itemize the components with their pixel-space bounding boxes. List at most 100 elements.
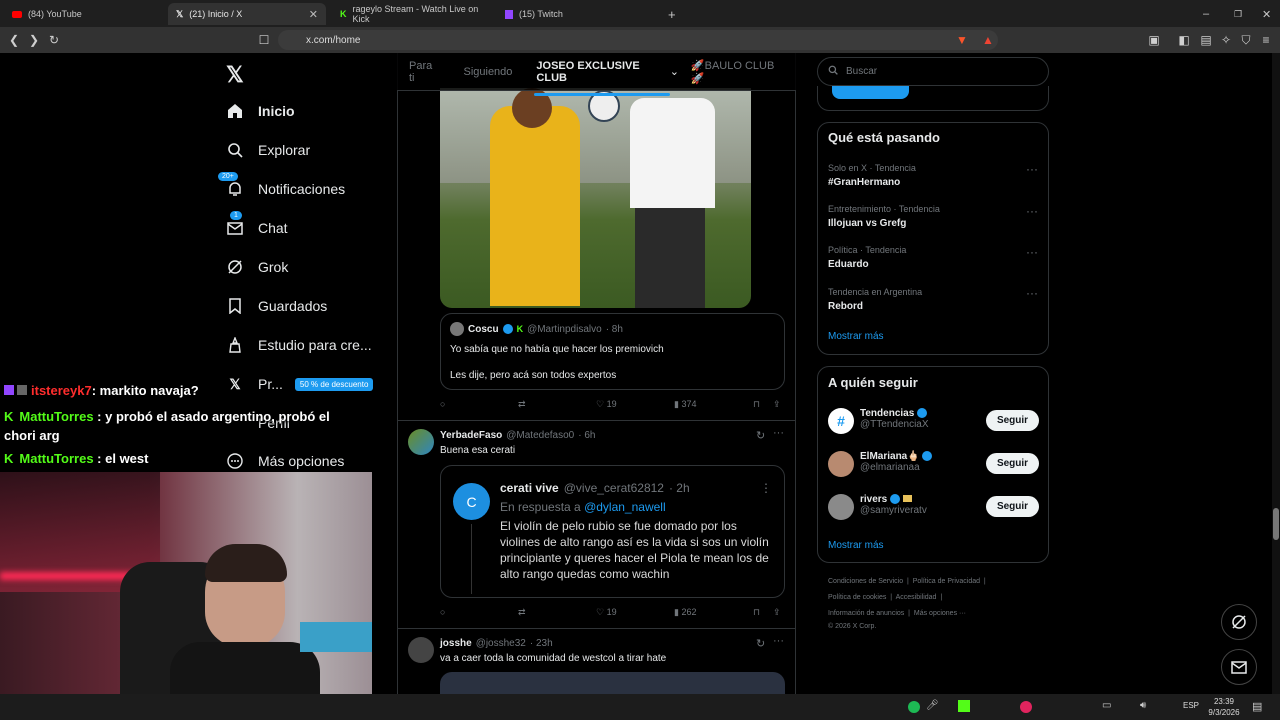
clock[interactable]: 23:39 9/3/2026 bbox=[1206, 696, 1242, 718]
wallet-icon[interactable]: ▤ bbox=[1198, 32, 1214, 48]
x-logo-icon[interactable]: 𝕏 bbox=[226, 62, 244, 88]
microphone-icon[interactable]: 🎤︎ bbox=[926, 700, 939, 711]
reload-icon[interactable]: ↻ bbox=[46, 32, 62, 48]
leo-ai-icon[interactable]: ✧ bbox=[1218, 32, 1234, 48]
tab-following[interactable]: Siguiendo bbox=[451, 66, 524, 78]
scrollbar-thumb[interactable] bbox=[1273, 508, 1279, 540]
author-name[interactable]: josshe bbox=[440, 638, 472, 649]
network-icon[interactable]: ▭ bbox=[1102, 700, 1111, 711]
menu-icon[interactable]: ≡ bbox=[1258, 32, 1274, 48]
nav-item-notifications[interactable]: 20+ Notificaciones bbox=[218, 172, 345, 198]
vpn-icon[interactable]: ⛉ bbox=[1238, 32, 1254, 48]
show-more-follow-link[interactable]: Mostrar más bbox=[828, 540, 884, 551]
like-button[interactable]: ♡ 19 bbox=[596, 399, 617, 410]
tab-kick[interactable]: K rageylo Stream - Watch Live on Kick bbox=[332, 3, 492, 25]
nav-item-bookmarks[interactable]: Guardados bbox=[226, 297, 327, 315]
forward-icon[interactable]: ❯ bbox=[26, 32, 42, 48]
nav-item-creator-studio[interactable]: Estudio para cre... bbox=[226, 336, 372, 354]
tab-baulo-club[interactable]: 🚀BAULO CLUB🚀 bbox=[679, 59, 796, 85]
more-icon[interactable]: ··· bbox=[1026, 245, 1038, 259]
nav-item-chat[interactable]: 1 Chat bbox=[226, 211, 288, 237]
trend-item[interactable]: Tendencia en Argentina Rebord bbox=[828, 287, 922, 312]
minimize-button[interactable]: – bbox=[1195, 3, 1217, 25]
more-icon[interactable]: ··· bbox=[773, 635, 784, 647]
tab-for-you[interactable]: Para ti bbox=[397, 60, 451, 84]
nav-item-premium[interactable]: 𝕏 Pr... 50 % de descuento bbox=[226, 375, 374, 393]
views-button[interactable]: ▮ 374 bbox=[674, 399, 696, 410]
volume-icon[interactable]: 🔊︎ bbox=[1140, 700, 1146, 711]
repost-icon[interactable]: ⇄ bbox=[518, 607, 526, 618]
tab-x-home[interactable]: 𝕏 (21) Inicio / X ✕ bbox=[168, 3, 326, 25]
more-icon[interactable]: ··· bbox=[1026, 204, 1038, 218]
messages-button[interactable] bbox=[1221, 649, 1257, 685]
more-icon[interactable]: ··· bbox=[1026, 286, 1038, 300]
repost-icon[interactable]: ⇄ bbox=[518, 399, 526, 410]
more-icon[interactable]: ··· bbox=[773, 427, 784, 439]
share-icon[interactable]: ⇪ bbox=[773, 399, 781, 410]
show-more-trends-link[interactable]: Mostrar más bbox=[828, 331, 884, 342]
share-icon[interactable]: ⇪ bbox=[773, 607, 781, 618]
avatar[interactable] bbox=[408, 429, 434, 455]
footer-link[interactable]: Política de Privacidad bbox=[913, 578, 980, 585]
tab-youtube[interactable]: (84) YouTube bbox=[4, 3, 164, 25]
more-icon[interactable]: ··· bbox=[1026, 162, 1038, 176]
scrollbar[interactable] bbox=[1272, 53, 1280, 694]
author-name[interactable]: YerbadeFaso bbox=[440, 430, 502, 441]
bookmark-page-icon[interactable]: ☐ bbox=[256, 32, 272, 48]
tab-joseo-club[interactable]: JOSEO EXCLUSIVE CLUB bbox=[524, 60, 679, 96]
language-indicator[interactable]: ESP bbox=[1183, 701, 1199, 710]
reply-icon[interactable]: ○ bbox=[440, 607, 445, 617]
nav-item-home[interactable]: Inicio bbox=[226, 102, 295, 120]
account-info[interactable]: rivers @samyriveratv bbox=[860, 494, 927, 516]
account-info[interactable]: Tendencias @TTendenciaX bbox=[860, 408, 929, 430]
avatar[interactable] bbox=[408, 637, 434, 663]
new-tab-button[interactable]: + bbox=[660, 3, 684, 25]
nav-item-grok[interactable]: Grok bbox=[226, 258, 288, 276]
close-window-button[interactable]: ✕ bbox=[1254, 3, 1279, 25]
search-input[interactable]: Buscar bbox=[817, 57, 1049, 86]
brave-shield-icon[interactable]: ▼ bbox=[954, 32, 970, 48]
spotify-icon[interactable] bbox=[908, 701, 920, 713]
footer-link[interactable]: Política de cookies bbox=[828, 594, 886, 601]
split-view-icon[interactable]: ◧ bbox=[1176, 32, 1192, 48]
restore-button[interactable]: ❐ bbox=[1226, 3, 1250, 25]
post-image[interactable] bbox=[440, 88, 751, 308]
brave-rewards-icon[interactable]: ▲ bbox=[980, 32, 996, 48]
trend-item[interactable]: Política · Tendencia Eduardo bbox=[828, 245, 906, 270]
trend-item[interactable]: Solo en X · Tendencia #GranHermano bbox=[828, 163, 916, 188]
nav-item-more[interactable]: Más opciones bbox=[226, 452, 344, 470]
footer-link[interactable]: Condiciones de Servicio bbox=[828, 578, 903, 585]
footer-link[interactable]: Información de anuncios bbox=[828, 610, 904, 617]
follow-button[interactable]: Seguir bbox=[986, 410, 1039, 431]
grok-icon[interactable]: ↻ bbox=[756, 637, 765, 650]
back-icon[interactable]: ❮ bbox=[6, 32, 22, 48]
bookmark-icon[interactable]: ⊓ bbox=[753, 607, 760, 618]
reply-to-link[interactable]: @dylan_nawell bbox=[584, 500, 666, 514]
grok-icon[interactable]: ↻ bbox=[756, 429, 765, 442]
tab-twitch[interactable]: (15) Twitch bbox=[497, 3, 657, 25]
avatar[interactable]: # bbox=[828, 408, 854, 434]
follow-button[interactable]: Seguir bbox=[986, 453, 1039, 474]
close-icon[interactable]: ✕ bbox=[309, 8, 318, 21]
sidebar-toggle-icon[interactable]: ▣ bbox=[1146, 32, 1162, 48]
avatar[interactable] bbox=[828, 494, 854, 520]
like-button[interactable]: ♡ 19 bbox=[596, 607, 617, 618]
grok-button[interactable] bbox=[1221, 604, 1257, 640]
follow-button[interactable]: Seguir bbox=[986, 496, 1039, 517]
views-button[interactable]: ▮ 262 bbox=[674, 607, 696, 618]
avatar[interactable] bbox=[828, 451, 854, 477]
reply-icon[interactable]: ○ bbox=[440, 399, 445, 409]
more-icon[interactable]: ⋮ bbox=[760, 481, 772, 495]
trend-item[interactable]: Entretenimiento · Tendencia Illojuan vs G… bbox=[828, 204, 940, 229]
quoted-post[interactable]: Coscu K @Martinpdisalvo · 8h Yo sabía qu… bbox=[440, 313, 785, 390]
url-field[interactable]: x.com/home bbox=[278, 30, 998, 50]
post-image[interactable] bbox=[440, 672, 785, 694]
quoted-post[interactable]: C cerati vive @vive_cerat62812 · 2h ⋮ En… bbox=[440, 465, 785, 598]
bookmark-icon[interactable]: ⊓ bbox=[753, 399, 760, 410]
nav-item-explore[interactable]: Explorar bbox=[226, 141, 310, 159]
notification-center-icon[interactable]: ▤ bbox=[1252, 700, 1262, 713]
subscribe-button[interactable]: Suscribirse bbox=[832, 86, 909, 99]
kick-icon[interactable] bbox=[958, 700, 970, 712]
account-info[interactable]: ElMariana🖕🏻 @elmarianaa bbox=[860, 451, 933, 473]
footer-link[interactable]: Más opciones ··· bbox=[914, 610, 966, 617]
